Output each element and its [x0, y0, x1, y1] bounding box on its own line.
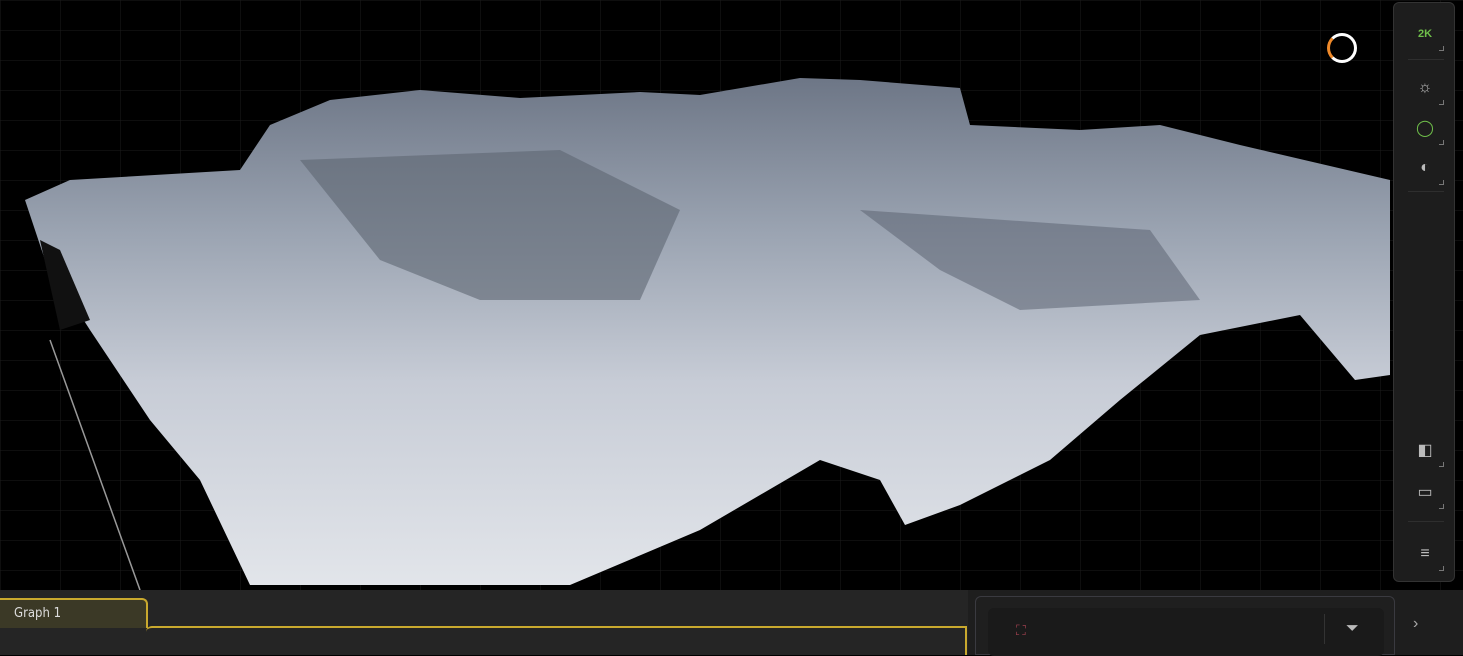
bottom-panel: Graph 1 ⛶ ⏷ ›: [0, 590, 1463, 656]
expand-panel-button[interactable]: ›: [1413, 615, 1418, 633]
tab-graph-1[interactable]: Graph 1: [0, 598, 148, 628]
ruler-icon[interactable]: ▭: [1410, 477, 1444, 509]
graph-editor[interactable]: Graph 1: [0, 590, 968, 655]
terrain-render: [0, 0, 1463, 590]
color-circle-icon[interactable]: ◯: [1410, 113, 1444, 145]
split-view-icon[interactable]: ◧: [1410, 435, 1444, 467]
resolution-button[interactable]: 2K: [1410, 19, 1444, 51]
loading-spinner: [1327, 33, 1357, 63]
filter-icon[interactable]: ⏷: [1346, 620, 1359, 638]
3d-viewport[interactable]: [0, 0, 1463, 590]
focus-icon[interactable]: ⛶: [1016, 622, 1026, 639]
sun-icon[interactable]: ☼: [1410, 73, 1444, 105]
properties-panel: ⛶ ⏷: [975, 596, 1395, 656]
search-bar[interactable]: ⛶ ⏷: [988, 608, 1384, 656]
menu-icon[interactable]: ≡: [1410, 539, 1444, 571]
divider: [1324, 614, 1325, 644]
shading-icon[interactable]: ◐: [1410, 153, 1444, 185]
tab-border: [146, 626, 967, 655]
viewport-toolbar: 2K ☼ ◯ ◐ ◧ ▭ ≡: [1393, 2, 1455, 582]
